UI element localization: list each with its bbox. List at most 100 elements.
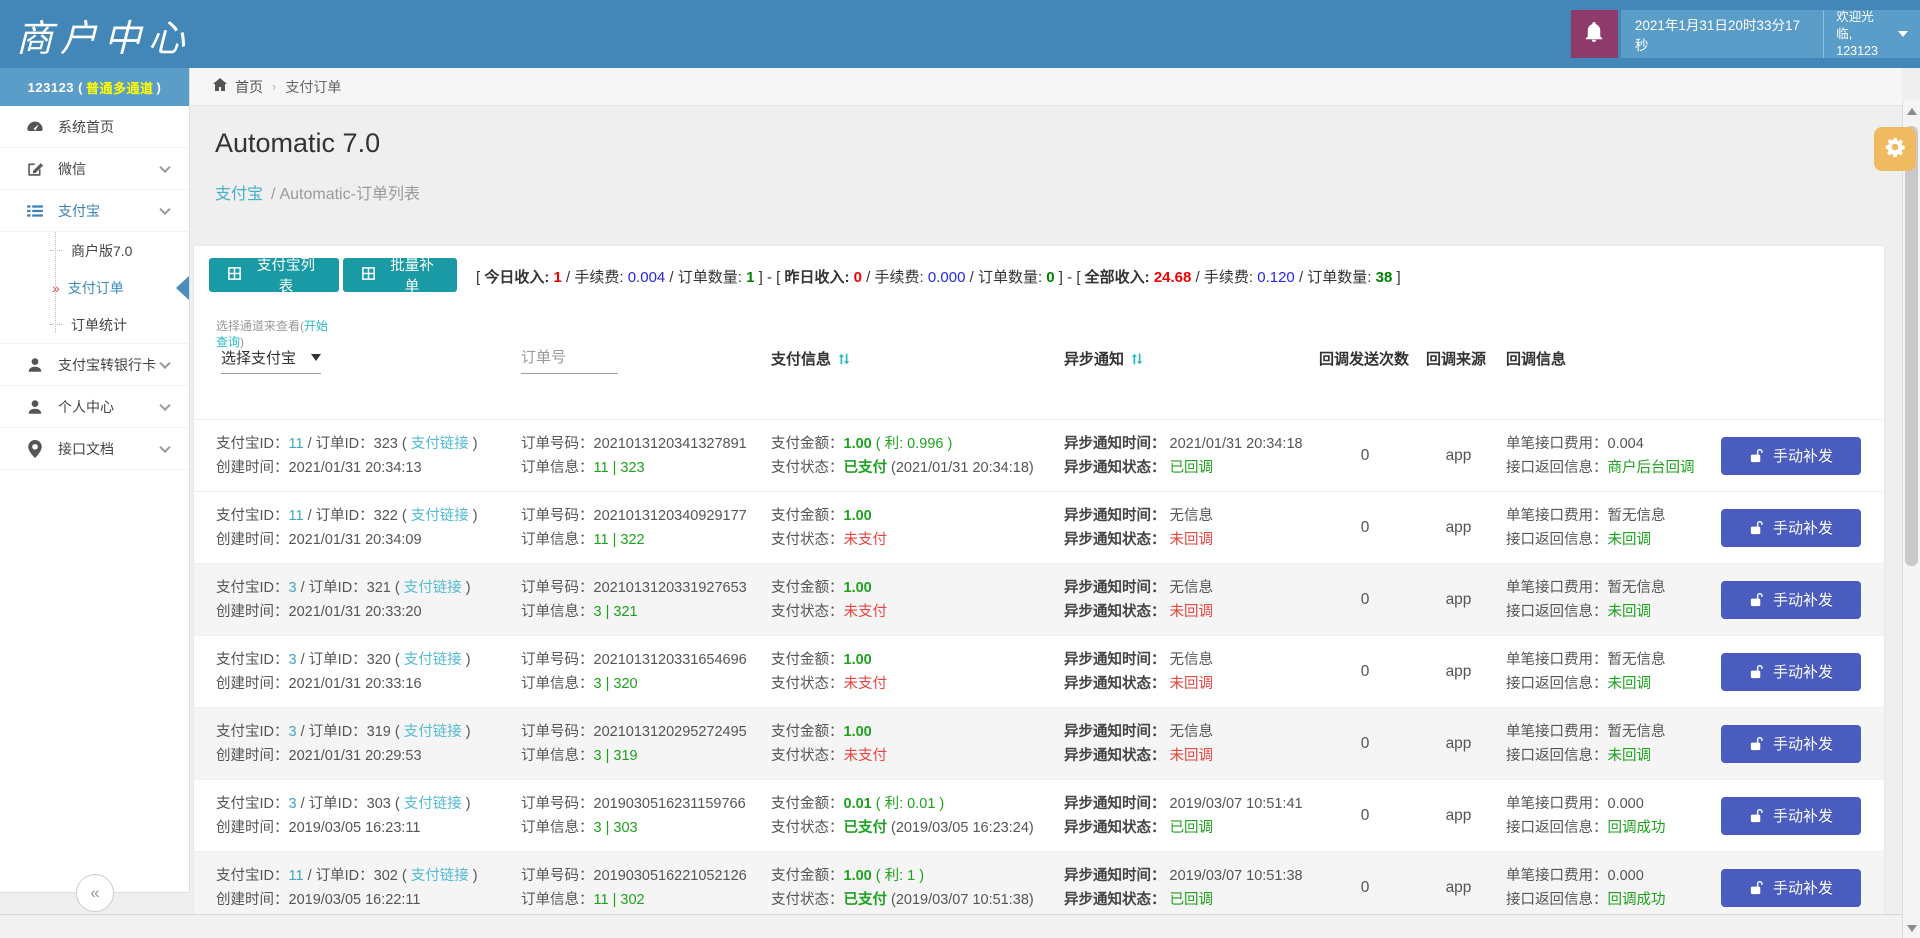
caret-down-icon (311, 354, 321, 361)
manual-resend-button[interactable]: 手动补发 (1721, 797, 1861, 835)
fee-value: 0.004 (1608, 436, 1644, 452)
fee-label: 单笔接口费用： (1506, 796, 1608, 812)
unlock-icon (1749, 448, 1764, 463)
stat-income-value: 0 (854, 269, 862, 286)
order-id-label: 订单ID： (309, 580, 367, 596)
order-ids-cell: 支付宝ID：3 / 订单ID：321 ( 支付链接 )创建时间：2021/01/… (216, 576, 521, 624)
sidebar: 123123 ( 普通多通道 ) 系统首页微信支付宝商户版7.0»支付订单订单统… (0, 68, 190, 893)
sidebar-item-personal-center[interactable]: 个人中心 (0, 386, 189, 428)
notify-status-value: 未回调 (1166, 748, 1214, 764)
sidebar-item-merchant-v7[interactable]: 商户版7.0 (0, 232, 189, 269)
alipay-id-value: 3 (289, 652, 297, 668)
order-no-value: 2019030516221052126 (594, 868, 747, 884)
active-item-wedge-icon (176, 276, 189, 300)
pay-link[interactable]: 支付链接 (404, 652, 462, 668)
pay-link[interactable]: 支付链接 (404, 580, 462, 596)
pay-link[interactable]: 支付链接 (411, 508, 469, 524)
manual-resend-button[interactable]: 手动补发 (1721, 725, 1861, 763)
sidebar-item-system-home[interactable]: 系统首页 (0, 106, 189, 148)
order-row-320: 支付宝ID：3 / 订单ID：320 ( 支付链接 )创建时间：2021/01/… (194, 635, 1884, 707)
status-label: 支付状态： (771, 604, 844, 620)
order-number-input[interactable] (521, 342, 618, 374)
settings-gear-button[interactable] (1874, 127, 1916, 171)
order-id-value: 302 (374, 868, 402, 884)
scrollbar-thumb[interactable] (1905, 126, 1918, 566)
manual-resend-button[interactable]: 手动补发 (1721, 509, 1861, 547)
status-value: 已支付 (844, 820, 888, 836)
notify-time-value: 无信息 (1166, 508, 1214, 524)
user-menu-button[interactable]: 欢迎光临, 123123 (1823, 10, 1920, 58)
manual-resend-label: 手动补发 (1773, 661, 1833, 682)
notifications-button[interactable] (1571, 10, 1618, 58)
payment-info-cell: 支付金额：1.00支付状态：未支付 (771, 576, 1064, 624)
order-info-value: 11 | 322 (594, 532, 645, 548)
order-no-label: 订单号码： (521, 436, 594, 452)
notify-time-label: 异步通知时间： (1064, 652, 1166, 668)
order-ids-cell: 支付宝ID：11 / 订单ID：302 ( 支付链接 )创建时间：2019/03… (216, 864, 521, 912)
order-ids-cell: 支付宝ID：11 / 订单ID：322 ( 支付链接 )创建时间：2021/01… (216, 504, 521, 552)
ret-value: 未回调 (1608, 748, 1652, 764)
amount-label: 支付金额： (771, 796, 844, 812)
amount-value: 1.00 (844, 508, 872, 524)
pay-link[interactable]: 支付链接 (404, 724, 462, 740)
stat-fee-value: 0.000 (928, 269, 966, 286)
ret-value: 未回调 (1608, 532, 1652, 548)
sidebar-item-label: 个人中心 (58, 397, 114, 417)
header-datetime: 2021年1月31日20时33分17秒 (1621, 10, 1823, 58)
order-id-label: 订单ID： (309, 796, 367, 812)
sidebar-item-label: 支付宝转银行卡 (58, 355, 156, 375)
scroll-down-arrow[interactable] (1907, 925, 1917, 932)
sort-icon[interactable] (1130, 352, 1144, 366)
order-row-303: 支付宝ID：3 / 订单ID：303 ( 支付链接 )创建时间：2019/03/… (194, 779, 1884, 851)
manual-resend-button[interactable]: 手动补发 (1721, 581, 1861, 619)
pay-link[interactable]: 支付链接 (411, 436, 469, 452)
alipay-id-value: 11 (289, 436, 304, 452)
order-info-value: 11 | 302 (594, 892, 645, 908)
sidebar-menu: 系统首页微信支付宝商户版7.0 »支付订单订单统计支付宝转银行卡个人中心接口文档 (0, 106, 189, 470)
sidebar-item-alipay-to-bank[interactable]: 支付宝转银行卡 (0, 344, 189, 386)
manual-resend-button[interactable]: 手动补发 (1721, 437, 1861, 475)
sidebar-collapse-button[interactable]: « (76, 874, 114, 912)
sort-icon[interactable] (837, 352, 851, 366)
manual-resend-button[interactable]: 手动补发 (1721, 653, 1861, 691)
ret-label: 接口返回信息： (1506, 892, 1608, 908)
callback-source-cell: app (1411, 879, 1506, 897)
breadcrumb-home-link[interactable]: 首页 (212, 77, 263, 97)
status-value: 已支付 (844, 892, 888, 908)
unlock-icon (1749, 664, 1764, 679)
sidebar-item-order-stats[interactable]: 订单统计 (0, 306, 189, 343)
order-id-label: 订单ID： (316, 868, 374, 884)
stats-group-2: [ 全部收入: 24.68 / 手续费: 0.120 / 订单数量: 38 ] (1076, 269, 1400, 286)
sidebar-item-api-docs[interactable]: 接口文档 (0, 428, 189, 470)
unlock-icon (1749, 808, 1764, 823)
gear-icon (1884, 136, 1906, 163)
pay-link[interactable]: 支付链接 (404, 796, 462, 812)
manual-resend-button[interactable]: 手动补发 (1721, 869, 1861, 907)
column-header-2: 回调发送次数 (1319, 348, 1409, 369)
alipay-breadcrumb-link[interactable]: 支付宝 (215, 186, 263, 203)
sidebar-item-pay-orders[interactable]: »支付订单 (0, 269, 189, 306)
status-time: (2019/03/05 16:23:24) (887, 820, 1034, 836)
created-value: 2021/01/31 20:34:09 (289, 532, 422, 548)
callback-info-cell: 单笔接口费用：暂无信息接口返回信息：未回调 (1506, 504, 1719, 552)
status-value: 未支付 (844, 748, 888, 764)
alipay-list-button[interactable]: 支付宝列表 (209, 258, 339, 292)
pay-link[interactable]: 支付链接 (411, 868, 469, 884)
manual-resend-label: 手动补发 (1773, 517, 1833, 538)
chevron-down-icon (159, 399, 170, 410)
stats-group-0: [ 今日收入: 1 / 手续费: 0.004 / 订单数量: 1 ] (476, 269, 763, 286)
sidebar-item-label: 商户版7.0 (71, 241, 132, 261)
batch-reorder-button[interactable]: 批量补单 (343, 258, 457, 292)
sidebar-item-label: 接口文档 (58, 439, 114, 459)
callback-info-cell: 单笔接口费用：暂无信息接口返回信息：未回调 (1506, 576, 1719, 624)
ret-label: 接口返回信息： (1506, 460, 1608, 476)
order-number-cell: 订单号码：2021013120295272495订单信息：3 | 319 (521, 720, 771, 768)
callback-info-cell: 单笔接口费用：0.004接口返回信息：商户后台回调 (1506, 432, 1719, 480)
created-value: 2019/03/05 16:22:11 (289, 892, 421, 908)
notify-cell: 异步通知时间： 无信息异步通知状态： 未回调 (1064, 648, 1319, 696)
sidebar-item-alipay[interactable]: 支付宝 (0, 190, 189, 232)
amount-value: 1.00 (844, 652, 872, 668)
sidebar-item-wechat[interactable]: 微信 (0, 148, 189, 190)
scroll-up-arrow[interactable] (1907, 108, 1917, 115)
callback-info-cell: 单笔接口费用：0.000接口返回信息：回调成功 (1506, 792, 1719, 840)
